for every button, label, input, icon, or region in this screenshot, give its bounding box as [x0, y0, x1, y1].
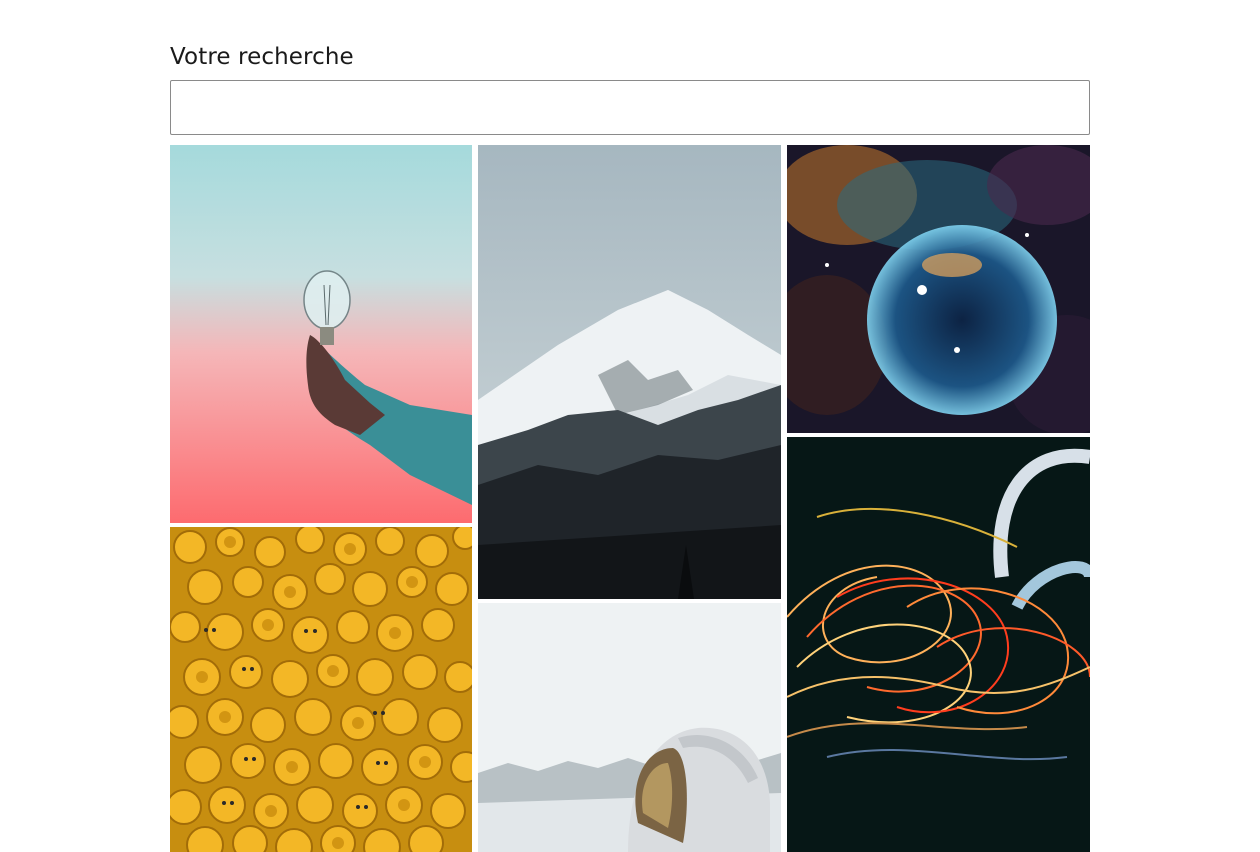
gallery-image-light-trails[interactable]: [787, 437, 1090, 852]
astronaut-photo: [478, 603, 781, 852]
nebula-photo: [787, 145, 1090, 433]
gallery-image-mountain[interactable]: [478, 145, 781, 599]
light-trails-photo: [787, 437, 1090, 852]
mountain-photo: [478, 145, 781, 599]
gallery-image-nebula[interactable]: [787, 145, 1090, 433]
gallery-image-lightbulb[interactable]: [170, 145, 472, 523]
toy-heads-photo: [170, 527, 472, 852]
gallery-image-toy-heads[interactable]: [170, 527, 472, 852]
search-label: Votre recherche: [170, 44, 354, 70]
lightbulb-photo: [170, 145, 472, 523]
search-page: Votre recherche: [0, 0, 1260, 852]
gallery-image-astronaut[interactable]: [478, 603, 781, 852]
search-input[interactable]: [170, 80, 1090, 135]
